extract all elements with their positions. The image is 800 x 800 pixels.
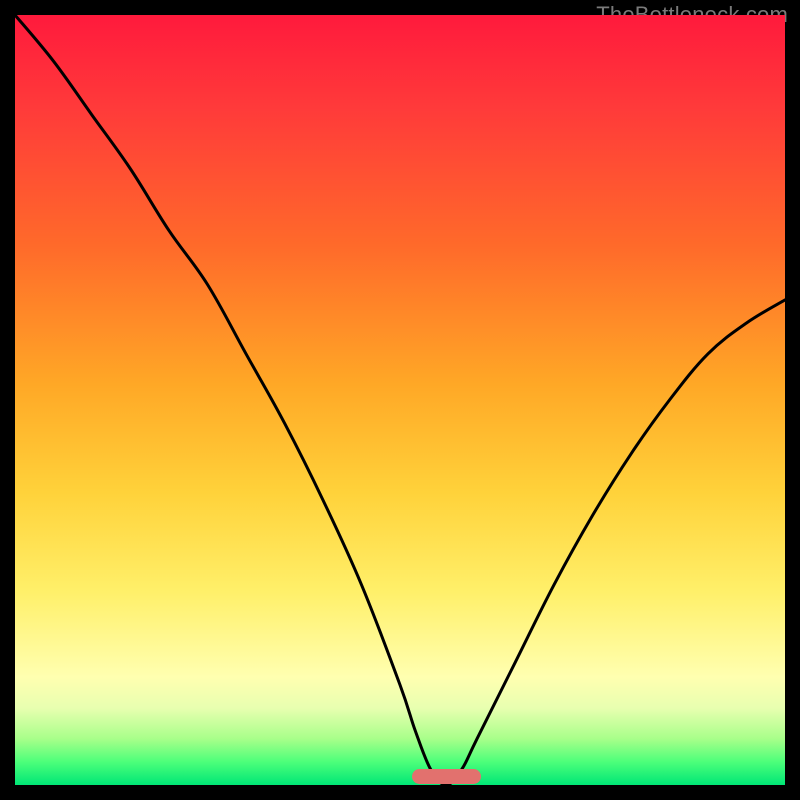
plot-area [15, 15, 785, 785]
optimal-marker [412, 769, 481, 784]
chart-outer-frame: TheBottleneck.com [0, 0, 800, 800]
curve-path [15, 15, 785, 785]
bottleneck-curve [15, 15, 785, 785]
